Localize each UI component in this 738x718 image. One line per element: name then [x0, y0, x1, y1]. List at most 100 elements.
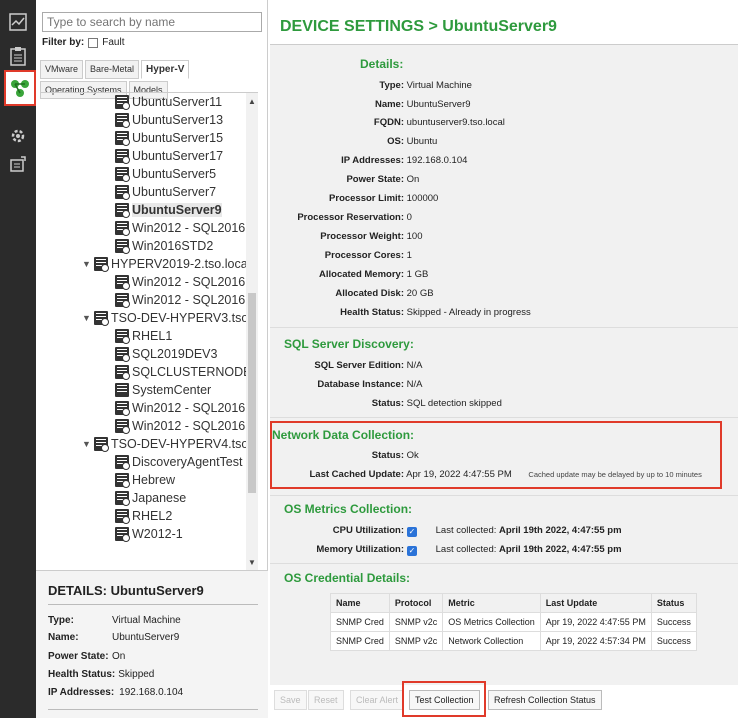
tree-item[interactable]: RHEL2	[115, 507, 172, 525]
icon-rail	[0, 0, 36, 718]
details-summary: DETAILS: UbuntuServer9 Type: Virtual Mach…	[36, 570, 268, 718]
tree-item[interactable]: Win2012 - SQL2016D	[115, 219, 254, 237]
sql-section-title: SQL Server Discovery:	[284, 337, 414, 351]
tree-item[interactable]: Japanese	[115, 489, 186, 507]
tree-item[interactable]: Win2012 - SQL2016D	[115, 417, 254, 435]
save-button[interactable]: Save	[274, 690, 307, 710]
tab-bare-metal[interactable]: Bare-Metal	[85, 60, 140, 79]
server-icon	[115, 131, 130, 146]
server-icon	[115, 239, 130, 254]
server-icon	[115, 221, 130, 236]
tree-item[interactable]: UbuntuServer17	[115, 147, 223, 165]
tree-item[interactable]: UbuntuServer11	[115, 93, 222, 111]
server-icon	[115, 95, 130, 110]
detail-row: Type: Virtual Machine	[48, 615, 181, 626]
tree-item[interactable]: W2012-1	[115, 525, 183, 543]
tree-item-selected[interactable]: UbuntuServer9	[115, 201, 222, 219]
collapse-caret-icon[interactable]: ▼	[82, 313, 94, 323]
server-icon	[115, 509, 130, 524]
server-icon	[115, 527, 130, 542]
fault-label: Fault	[102, 37, 125, 48]
memory-row: Memory Utilization: ✓ Last collected: Apr…	[316, 544, 622, 556]
search-input[interactable]	[42, 12, 262, 32]
tree-host[interactable]: ▼ HYPERV2019-2.tso.local	[82, 255, 250, 273]
refresh-status-button[interactable]: Refresh Collection Status	[488, 690, 602, 710]
tree-item[interactable]: SQL2019DEV3	[115, 345, 217, 363]
detail-row: OS: Ubuntu	[387, 136, 438, 147]
metrics-section-title: OS Metrics Collection:	[284, 502, 413, 516]
export-icon[interactable]	[6, 152, 30, 176]
detail-row: Power State: On	[48, 651, 126, 662]
detail-row: Health Status: Skipped	[48, 669, 155, 680]
tab-hyper-v[interactable]: Hyper-V	[141, 60, 190, 79]
tree-scrollbar[interactable]: ▲ ▼	[246, 93, 258, 570]
action-bar: Save Reset Clear Alert Test Collection R…	[270, 681, 738, 718]
table-header: Name Protocol Metric Last Update Status	[330, 593, 697, 613]
fault-checkbox[interactable]	[88, 37, 99, 48]
server-icon	[115, 455, 130, 470]
network-devices-icon[interactable]	[4, 70, 36, 106]
scroll-down-icon[interactable]: ▼	[248, 558, 256, 567]
filter-bar: Filter by: Fault	[42, 37, 124, 48]
gear-icon[interactable]	[6, 124, 30, 148]
tree-item[interactable]: RHEL1	[115, 327, 172, 345]
detail-row: Allocated Disk: 20 GB	[335, 288, 434, 299]
tree-item[interactable]: Hebrew	[115, 471, 175, 489]
reset-button[interactable]: Reset	[308, 690, 344, 710]
tree-item[interactable]: UbuntuServer15	[115, 129, 223, 147]
scroll-thumb[interactable]	[248, 293, 256, 493]
filter-label: Filter by:	[42, 37, 85, 48]
tree-host[interactable]: ▼ TSO-DEV-HYPERV3.tso.l	[82, 309, 255, 327]
creds-section-title: OS Credential Details:	[284, 571, 411, 585]
page-title: DEVICE SETTINGS > UbuntuServer9	[280, 18, 557, 35]
tab-vmware[interactable]: VMware	[40, 60, 84, 79]
tree-item[interactable]: Win2012 - SQL2016D	[115, 291, 254, 309]
sql-row: Status: SQL detection skipped	[371, 398, 502, 409]
detail-row: IP Addresses: 192.168.0.104	[341, 155, 468, 166]
tree-item[interactable]: SystemCenter	[115, 381, 211, 399]
tree-item[interactable]: UbuntuServer7	[115, 183, 216, 201]
cpu-checkbox[interactable]: ✓	[407, 527, 417, 537]
tree-item[interactable]: Win2012 - SQL2016D	[115, 273, 254, 291]
network-section-title: Network Data Collection:	[272, 428, 415, 442]
details-title: DETAILS: UbuntuServer9	[48, 583, 204, 598]
divider	[270, 327, 738, 328]
sql-row: SQL Server Edition: N/A	[314, 360, 423, 371]
detail-row: Allocated Memory: 1 GB	[319, 269, 429, 280]
divider	[270, 495, 738, 496]
server-icon	[115, 491, 130, 506]
detail-row: Power State: On	[346, 174, 420, 185]
table-row: SNMP Cred SNMP v2c OS Metrics Collection…	[330, 612, 697, 632]
detail-row: Name: UbuntuServer9	[48, 632, 180, 643]
test-collection-button[interactable]: Test Collection	[409, 690, 480, 710]
sql-row: Database Instance: N/A	[317, 379, 423, 390]
clear-alert-button[interactable]: Clear Alert	[350, 690, 405, 710]
chart-icon[interactable]	[6, 10, 30, 34]
host-icon	[94, 257, 109, 272]
settings-content: Details: Type: Virtual Machine Name: Ubu…	[270, 45, 738, 685]
clipboard-icon[interactable]	[6, 44, 30, 68]
server-icon	[115, 329, 130, 344]
detail-row: Processor Limit: 100000	[329, 193, 439, 204]
collapse-caret-icon[interactable]: ▼	[82, 259, 94, 269]
tree-item[interactable]: Win2016STD2	[115, 237, 213, 255]
server-icon	[115, 419, 130, 434]
detail-row: Type: Virtual Machine	[379, 80, 472, 91]
scroll-up-icon[interactable]: ▲	[248, 97, 256, 106]
tree-item[interactable]: UbuntuServer13	[115, 111, 223, 129]
server-icon	[115, 149, 130, 164]
tree-item[interactable]: SQLCLUSTERNODE2	[115, 363, 258, 381]
tree-item[interactable]: UbuntuServer5	[115, 165, 216, 183]
tree-host[interactable]: ▼ TSO-DEV-HYPERV4.tso.l	[82, 435, 255, 453]
server-icon	[115, 167, 130, 182]
collapse-caret-icon[interactable]: ▼	[82, 439, 94, 449]
divider	[48, 709, 258, 710]
tree-item[interactable]: Win2012 - SQL2016D	[115, 399, 254, 417]
memory-checkbox[interactable]: ✓	[407, 546, 417, 556]
server-icon	[115, 275, 130, 290]
server-icon	[115, 293, 130, 308]
tree-item[interactable]: DiscoveryAgentTest	[115, 453, 242, 471]
device-tree: UbuntuServer11 UbuntuServer13 UbuntuServ…	[40, 92, 258, 570]
divider	[270, 417, 738, 418]
server-icon	[115, 401, 130, 416]
